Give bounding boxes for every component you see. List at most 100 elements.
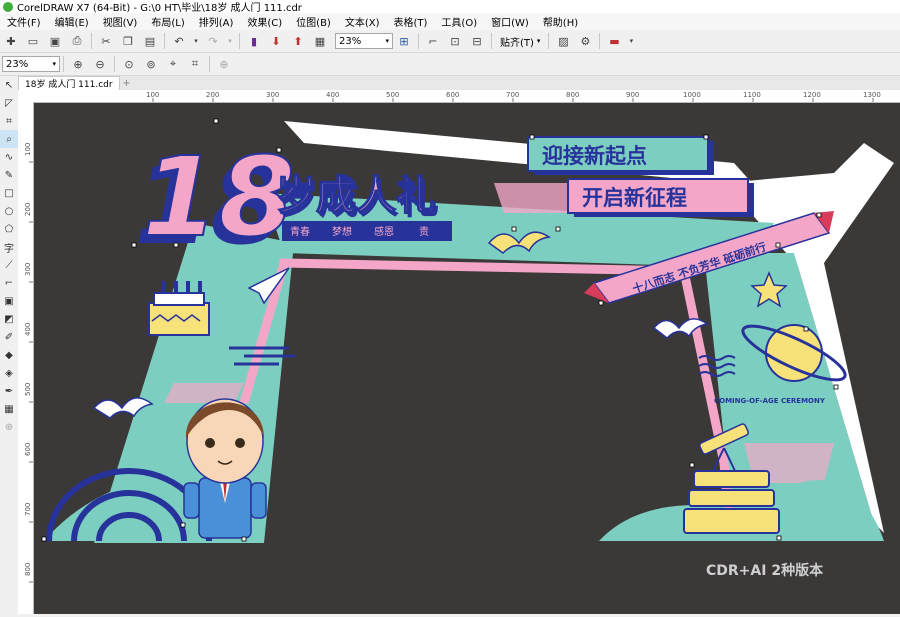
ruler-label: 800 xyxy=(24,563,32,576)
undo-dropdown-icon[interactable]: ▾ xyxy=(192,32,200,50)
import-icon[interactable]: ⬇ xyxy=(267,32,285,50)
crop-tool-icon[interactable]: ⌗ xyxy=(0,112,18,130)
menu-help[interactable]: 帮助(H) xyxy=(536,14,585,29)
publish-pdf-icon[interactable]: ▦ xyxy=(311,32,329,50)
text-tool-icon[interactable]: 字 xyxy=(0,238,18,256)
artwork[interactable]: 18 18 岁成人礼 岁成人礼 青春 梦想 感恩 责 迎接新起点 开启新征程 十… xyxy=(34,103,900,614)
interactive-fill-icon[interactable]: ◆ xyxy=(0,346,18,364)
application-launcher-icon[interactable]: ▬ xyxy=(605,32,623,50)
transparency-tool-icon[interactable]: ◩ xyxy=(0,310,18,328)
zoom-in-icon[interactable]: ⊕ xyxy=(69,55,87,73)
menu-bitmaps[interactable]: 位图(B) xyxy=(289,14,338,29)
ruler-label: 500 xyxy=(24,383,32,396)
chevron-down-icon: ▾ xyxy=(536,37,541,45)
outline-pen-icon[interactable]: ✒ xyxy=(0,382,18,400)
snap-to-dropdown[interactable]: 贴齐(T) ▾ xyxy=(497,32,543,50)
save-icon[interactable]: ▣ xyxy=(46,32,64,50)
separator xyxy=(114,56,115,72)
parallel-dimension-icon[interactable]: ⟋ xyxy=(0,256,18,274)
zoom-level-value: 23% xyxy=(339,35,362,47)
horizontal-ruler[interactable]: 100 200 300 400 500 600 700 800 900 1000… xyxy=(33,90,900,103)
new-tab-icon[interactable]: + xyxy=(120,76,134,90)
fill-bucket-icon[interactable]: ▦ xyxy=(0,400,18,418)
smart-fill-icon[interactable]: ◈ xyxy=(0,364,18,382)
menu-bar: 文件(F) 编辑(E) 视图(V) 布局(L) 排列(A) 效果(C) 位图(B… xyxy=(0,13,900,30)
copy-icon[interactable]: ❐ xyxy=(119,32,137,50)
watermark-text: CDR+AI 2种版本 xyxy=(706,563,824,579)
ruler-label: 1000 xyxy=(683,91,701,99)
connector-tool-icon[interactable]: ⌐ xyxy=(0,274,18,292)
zoom-to-all-objects-icon[interactable]: ⊚ xyxy=(142,55,160,73)
redo-icon[interactable]: ↷ xyxy=(204,32,222,50)
menu-view[interactable]: 视图(V) xyxy=(96,14,145,29)
separator xyxy=(599,33,601,49)
add-preset-icon[interactable]: ⊕ xyxy=(215,55,233,73)
separator xyxy=(239,33,240,49)
polygon-tool-icon[interactable]: ⬠ xyxy=(0,220,18,238)
menu-layout[interactable]: 布局(L) xyxy=(144,14,191,29)
menu-tools[interactable]: 工具(O) xyxy=(434,14,484,29)
ruler-label: 1100 xyxy=(743,91,761,99)
open-folder-icon[interactable]: ▭ xyxy=(24,32,42,50)
zoom-to-selected-icon[interactable]: ⊙ xyxy=(120,55,138,73)
show-guidelines-icon[interactable]: ⊟ xyxy=(468,32,486,50)
ruler-label: 600 xyxy=(446,91,459,99)
add-tool-icon[interactable]: ⊕ xyxy=(0,418,18,436)
zoom-to-page-icon[interactable]: ⌖ xyxy=(164,55,182,73)
redo-dropdown-icon[interactable]: ▾ xyxy=(226,32,234,50)
color-eyedropper-icon[interactable]: ✐ xyxy=(0,328,18,346)
separator xyxy=(63,56,64,72)
toolbox: ↖ ◸ ⌗ ⌕ ∿ ✎ □ ○ ⬠ 字 ⟋ ⌐ ▣ ◩ ✐ ◆ ◈ ✒ ▦ ⊕ xyxy=(0,76,19,614)
zoom-out-icon[interactable]: ⊖ xyxy=(91,55,109,73)
ruler-origin[interactable] xyxy=(18,90,33,102)
ruler-label: 400 xyxy=(24,323,32,336)
cut-icon[interactable]: ✂ xyxy=(97,32,115,50)
ruler-label: 1300 xyxy=(863,91,881,99)
export-icon[interactable]: ⬆ xyxy=(289,32,307,50)
paste-icon[interactable]: ▤ xyxy=(141,32,159,50)
big-number-front: 18 xyxy=(142,133,295,261)
ruler-label: 400 xyxy=(326,91,339,99)
zoom-tool-icon[interactable]: ⌕ xyxy=(0,130,18,148)
menu-edit[interactable]: 编辑(E) xyxy=(48,14,96,29)
chevron-down-icon: ▾ xyxy=(385,37,389,45)
menu-table[interactable]: 表格(T) xyxy=(387,14,435,29)
rectangle-tool-icon[interactable]: □ xyxy=(0,184,18,202)
separator xyxy=(164,33,165,49)
artistic-media-icon[interactable]: ✎ xyxy=(0,166,18,184)
launcher-dropdown-icon[interactable]: ▾ xyxy=(627,32,635,50)
print-icon[interactable]: ⎙ xyxy=(68,32,86,50)
ruler-label: 200 xyxy=(206,91,219,99)
ceremony-text: COMING-OF-AGE CEREMONY xyxy=(714,397,826,405)
tag-text: 责 xyxy=(419,225,429,238)
shape-tool-icon[interactable]: ◸ xyxy=(0,94,18,112)
zoom-to-page-width-icon[interactable]: ⌗ xyxy=(186,55,204,73)
new-document-icon[interactable]: ✚ xyxy=(2,32,20,50)
menu-window[interactable]: 窗口(W) xyxy=(484,14,536,29)
chevron-down-icon: ▾ xyxy=(52,60,56,68)
undo-icon[interactable]: ↶ xyxy=(170,32,188,50)
drawing-canvas[interactable]: 18 18 岁成人礼 岁成人礼 青春 梦想 感恩 责 迎接新起点 开启新征程 十… xyxy=(34,103,900,614)
property-zoom-select[interactable]: 23% ▾ xyxy=(2,56,60,72)
menu-file[interactable]: 文件(F) xyxy=(0,14,48,29)
menu-effects[interactable]: 效果(C) xyxy=(240,14,289,29)
drop-shadow-icon[interactable]: ▣ xyxy=(0,292,18,310)
document-tab[interactable]: 18岁 成人门 111.cdr xyxy=(18,76,120,90)
slogan1-text: 迎接新起点 xyxy=(542,144,647,168)
search-content-icon[interactable]: ▮ xyxy=(245,32,263,50)
zoom-level-select[interactable]: 23% ▾ xyxy=(335,33,393,49)
ruler-label: 700 xyxy=(506,91,519,99)
menu-text[interactable]: 文本(X) xyxy=(338,14,387,29)
separator xyxy=(91,33,92,49)
options-icon[interactable]: ⚙ xyxy=(576,32,594,50)
welcome-screen-icon[interactable]: ▨ xyxy=(554,32,572,50)
pick-tool-icon[interactable]: ↖ xyxy=(0,76,18,94)
show-grid-icon[interactable]: ⊡ xyxy=(446,32,464,50)
ellipse-tool-icon[interactable]: ○ xyxy=(0,202,18,220)
menu-arrange[interactable]: 排列(A) xyxy=(192,14,241,29)
freehand-tool-icon[interactable]: ∿ xyxy=(0,148,18,166)
pink-arch-line xyxy=(239,258,734,524)
vertical-ruler[interactable]: 100 200 300 400 500 600 700 800 xyxy=(18,102,34,614)
full-screen-preview-icon[interactable]: ⊞ xyxy=(395,32,413,50)
show-rulers-icon[interactable]: ⌐ xyxy=(424,32,442,50)
